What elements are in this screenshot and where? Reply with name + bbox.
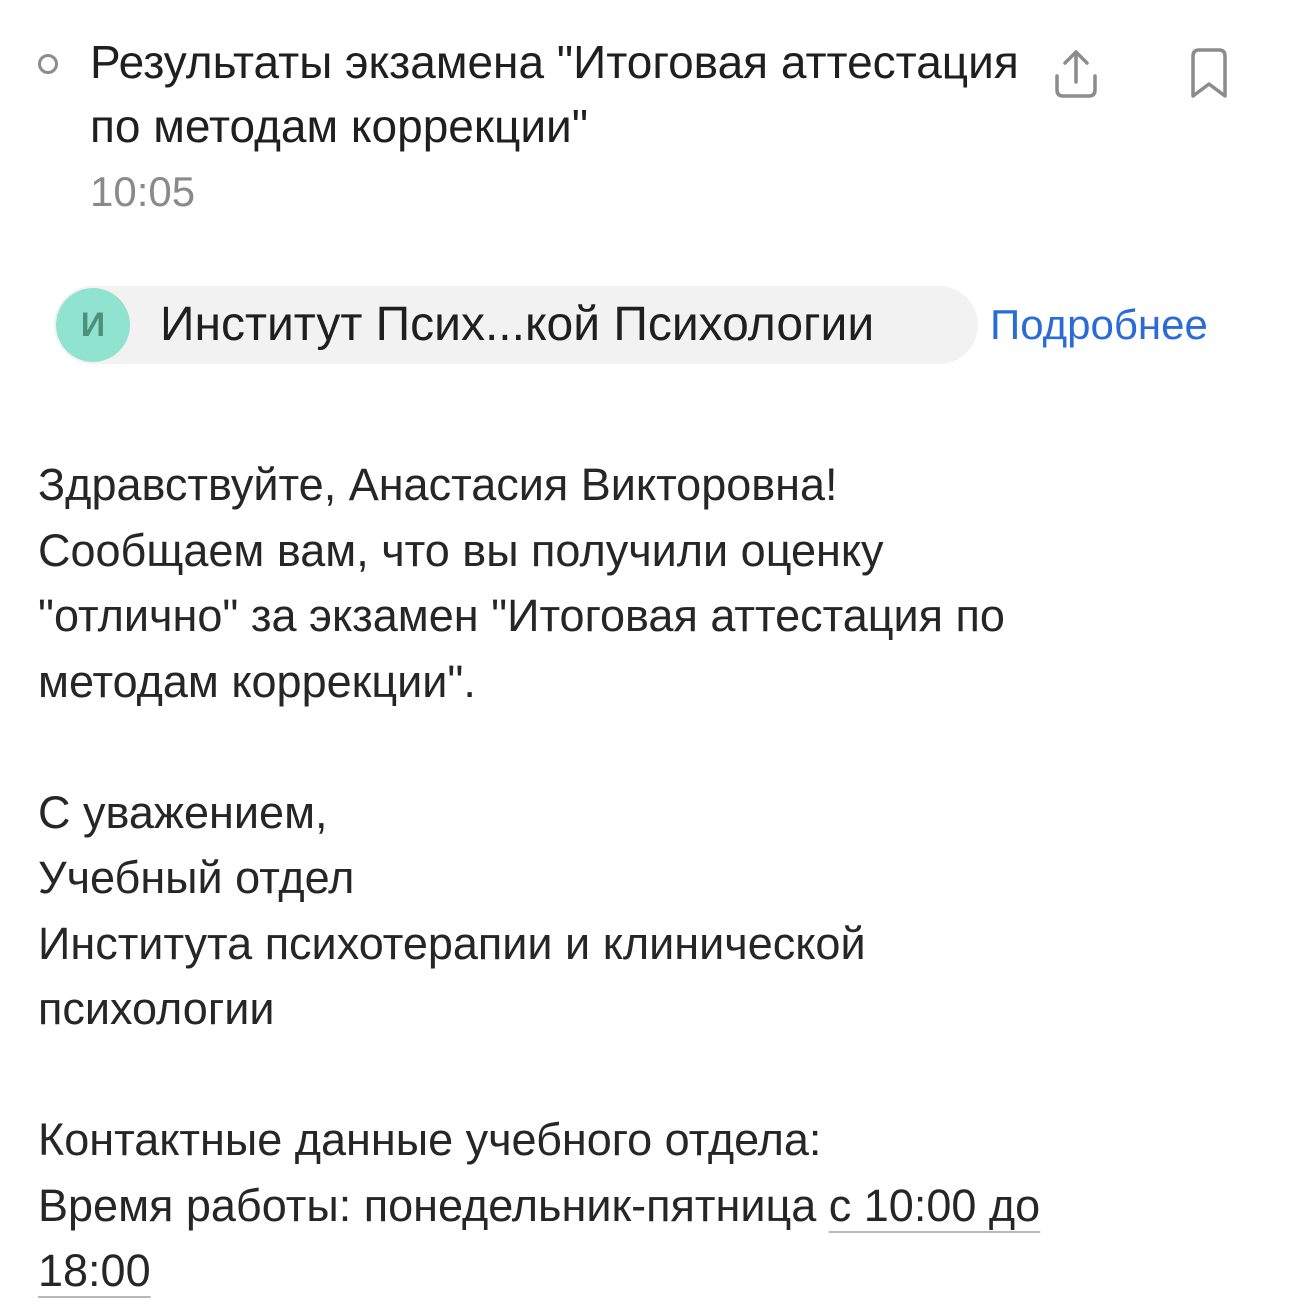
unread-dot-icon[interactable] — [38, 54, 58, 74]
avatar: И — [56, 288, 130, 362]
body-line: "отлично" за экзамен "Итоговая аттестаци… — [38, 590, 1005, 641]
message-time: 10:05 — [90, 168, 196, 215]
message-subject: Результаты экзамена "Итоговая аттестация… — [90, 36, 1019, 152]
bookmark-button[interactable] — [1179, 44, 1239, 104]
message-header: Результаты экзамена "Итоговая аттестация… — [36, 30, 1256, 220]
body-greeting: Здравствуйте, Анастасия Викторовна! — [38, 459, 838, 510]
bookmark-icon — [1191, 48, 1227, 98]
sender-row: И Институт Псих...кой Психологии Подробн… — [52, 284, 1252, 366]
working-hours-prefix: Время работы: понедельник-пятница — [38, 1179, 829, 1231]
working-hours-line: Время работы: понедельник-пятница с 10:0… — [38, 1173, 1238, 1239]
signature-line: психологии — [38, 983, 275, 1034]
sender-name: Институт Псих...кой Психологии — [160, 298, 875, 351]
body-line: методам коррекции". — [38, 655, 476, 707]
signature-line: Института психотерапии и клинической — [38, 917, 866, 969]
working-hours-link[interactable]: с 10:00 до — [829, 1180, 1040, 1231]
working-hours-line-continued: 18:00 — [38, 1238, 1238, 1304]
share-button[interactable] — [1046, 44, 1106, 104]
message-body: Здравствуйте, Анастасия Викторовна! Сооб… — [38, 452, 1238, 1304]
body-line: Сообщаем вам, что вы получили оценку — [38, 524, 884, 576]
body-closing: С уважением, — [38, 786, 328, 838]
contacts-heading: Контактные данные учебного отдела: — [38, 1114, 822, 1165]
details-link[interactable]: Подробнее — [990, 284, 1208, 366]
sender-chip[interactable]: И Институт Псих...кой Психологии — [54, 286, 978, 364]
share-icon — [1055, 50, 1097, 98]
working-hours-link[interactable]: 18:00 — [38, 1245, 151, 1296]
signature-line: Учебный отдел — [38, 852, 355, 903]
